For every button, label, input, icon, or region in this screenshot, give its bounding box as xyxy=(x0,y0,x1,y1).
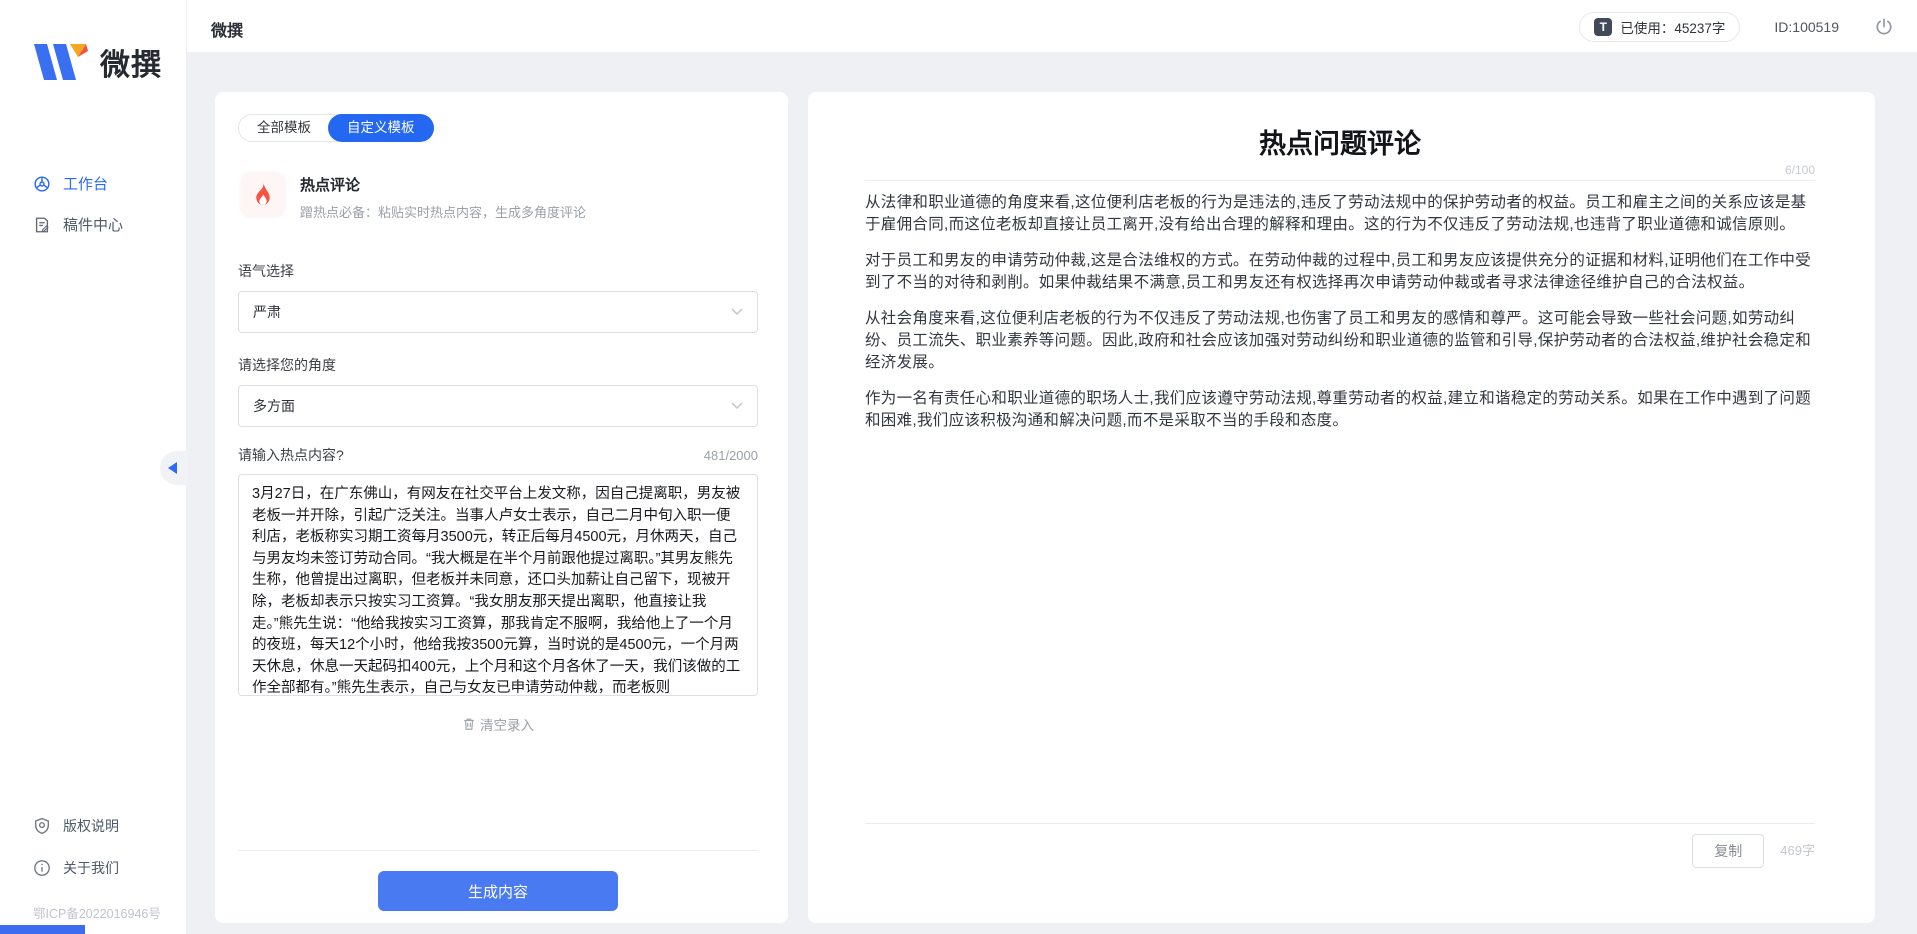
clear-input-label: 清空录入 xyxy=(480,714,534,734)
template-form-card: 全部模板 自定义模板 热点评论 蹭热点必备：粘贴实时热点内容，生成多角度评论 xyxy=(215,92,788,923)
template-title: 热点评论 xyxy=(300,174,586,195)
output-paragraph: 从社会角度来看,这位便利店老板的行为不仅违反了劳动法规,也伤害了员工和男友的感情… xyxy=(865,308,1815,374)
usage-pill[interactable]: T 已使用：45237字 xyxy=(1579,12,1740,42)
bottom-left-blue-strip xyxy=(0,925,85,934)
output-paragraph: 从法律和职业道德的角度来看,这位便利店老板的行为是违法的,违反了劳动法规中的保护… xyxy=(865,192,1815,236)
tab-custom-templates[interactable]: 自定义模板 xyxy=(328,114,434,142)
generated-content-card: 热点问题评论 6/100 从法律和职业道德的角度来看,这位便利店老板的行为是违法… xyxy=(808,92,1875,923)
shield-icon xyxy=(33,817,51,835)
trash-icon xyxy=(462,717,476,731)
sidebar-item-label: 工作台 xyxy=(63,173,108,194)
sidebar-footer: 版权说明 关于我们 鄂ICP备2022016946号 xyxy=(0,805,186,934)
weizhuan-logo-icon xyxy=(32,42,90,82)
tab-all-templates[interactable]: 全部模板 xyxy=(238,114,330,142)
brand-logo: 微撰 xyxy=(32,40,162,84)
app-root: 微撰 工作台 xyxy=(0,0,1917,934)
output-body: 从法律和职业道德的角度来看,这位便利店老板的行为是违法的,违反了劳动法规中的保护… xyxy=(865,192,1815,432)
generate-button[interactable]: 生成内容 xyxy=(378,871,618,911)
sidebar-item-label: 稿件中心 xyxy=(63,214,123,235)
angle-select[interactable]: 多方面 xyxy=(238,385,758,427)
form-footer: 生成内容 xyxy=(238,850,758,923)
power-icon xyxy=(1874,17,1894,37)
angle-label: 请选择您的角度 xyxy=(238,355,758,375)
sidebar-item-copyright[interactable]: 版权说明 xyxy=(0,805,186,847)
chevron-down-icon xyxy=(731,308,743,316)
header-actions: T 已使用：45237字 ID:100519 xyxy=(1579,0,1895,53)
output-title: 热点问题评论 xyxy=(865,122,1815,161)
template-card-hot-comment[interactable]: 热点评论 蹭热点必备：粘贴实时热点内容，生成多角度评论 xyxy=(238,172,758,221)
workbench-icon xyxy=(33,175,51,193)
page-title: 微撰 xyxy=(211,17,243,41)
tone-label: 语气选择 xyxy=(238,261,758,281)
copy-button[interactable]: 复制 xyxy=(1692,834,1764,868)
output-paragraph: 对于员工和男友的申请劳动仲裁,这是合法维权的方式。在劳动仲裁的过程中,员工和男友… xyxy=(865,250,1815,294)
sidebar-collapse-handle[interactable] xyxy=(160,451,188,485)
word-usage-icon: T xyxy=(1594,18,1612,36)
template-tabs: 全部模板 自定义模板 xyxy=(238,114,434,142)
flame-icon xyxy=(241,172,285,216)
user-id: ID:100519 xyxy=(1774,19,1839,35)
output-paragraph: 作为一名有责任心和职业道德的职场人士,我们应该遵守劳动法规,尊重劳动者的权益,建… xyxy=(865,388,1815,432)
sidebar-nav: 工作台 稿件中心 xyxy=(0,163,186,245)
hotspot-label: 请输入热点内容? xyxy=(238,445,344,465)
clear-input-button[interactable]: 清空录入 xyxy=(238,714,758,734)
output-footer: 复制 469字 xyxy=(865,823,1815,923)
sidebar-item-label: 关于我们 xyxy=(63,858,119,878)
sidebar-item-drafts[interactable]: 稿件中心 xyxy=(0,204,186,245)
hotspot-char-counter: 481/2000 xyxy=(704,448,758,463)
angle-value: 多方面 xyxy=(253,396,295,416)
sidebar: 微撰 工作台 xyxy=(0,0,187,934)
info-icon xyxy=(33,859,51,877)
logout-button[interactable] xyxy=(1873,16,1895,38)
output-counter: 6/100 xyxy=(865,163,1815,177)
logo-text: 微撰 xyxy=(100,40,162,84)
title-divider xyxy=(865,180,1815,181)
template-card-text: 热点评论 蹭热点必备：粘贴实时热点内容，生成多角度评论 xyxy=(300,172,586,221)
sidebar-item-label: 版权说明 xyxy=(63,816,119,836)
chevron-left-icon xyxy=(168,462,177,474)
hotspot-textarea[interactable]: 3月27日，在广东佛山，有网友在社交平台上发文称，因自己提离职，男友被老板一并开… xyxy=(238,474,758,696)
document-icon xyxy=(33,216,51,234)
template-description: 蹭热点必备：粘贴实时热点内容，生成多角度评论 xyxy=(300,202,586,221)
sidebar-item-about[interactable]: 关于我们 xyxy=(0,847,186,889)
top-header: 微撰 T 已使用：45237字 ID:100519 xyxy=(187,0,1917,53)
usage-text: 已使用：45237字 xyxy=(1620,17,1725,37)
output-word-count: 469字 xyxy=(1780,834,1815,868)
main-area: 全部模板 自定义模板 热点评论 蹭热点必备：粘贴实时热点内容，生成多角度评论 xyxy=(187,53,1917,934)
tone-select[interactable]: 严肃 xyxy=(238,291,758,333)
chevron-down-icon xyxy=(731,402,743,410)
tone-value: 严肃 xyxy=(253,302,281,322)
sidebar-item-workbench[interactable]: 工作台 xyxy=(0,163,186,204)
